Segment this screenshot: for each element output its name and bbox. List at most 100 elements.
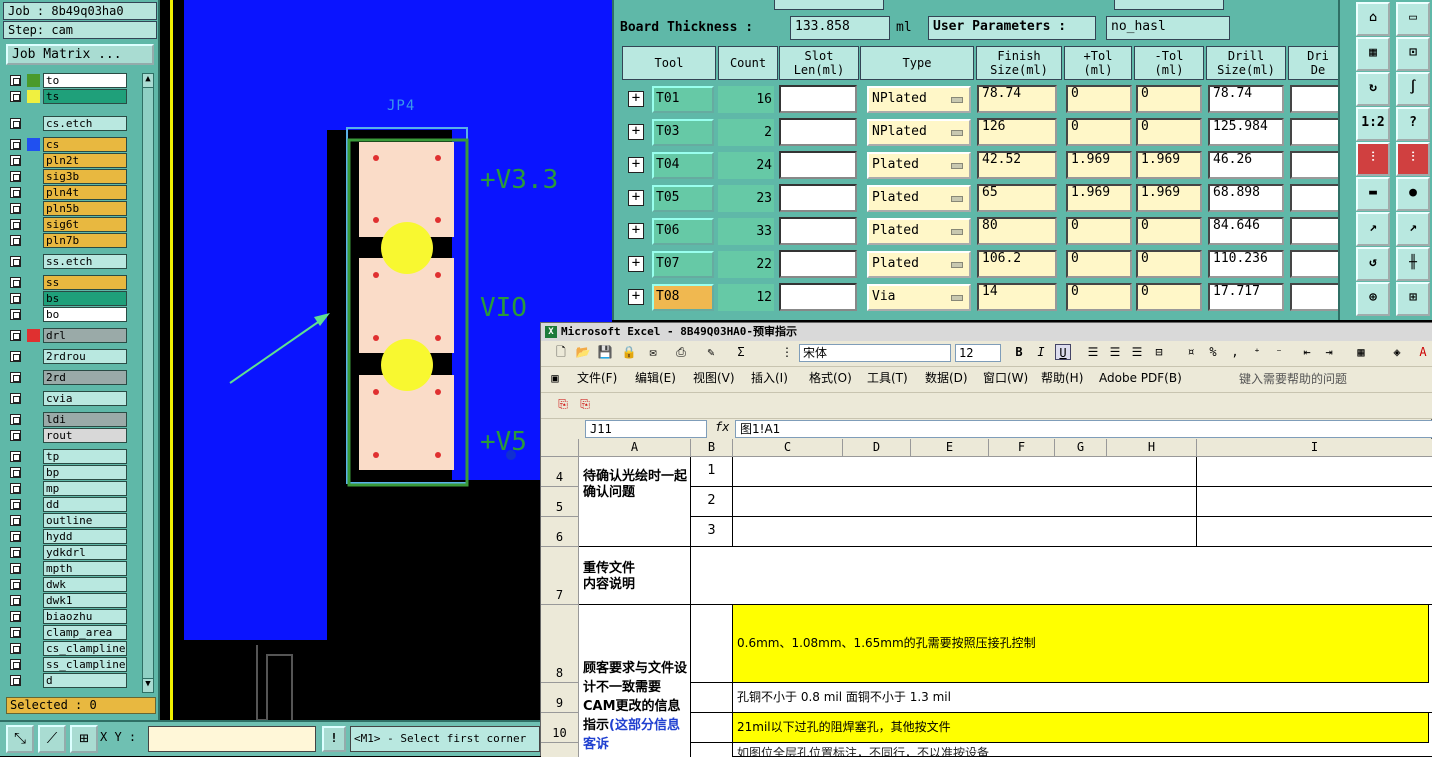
user-parameters-input[interactable]: no_hasl: [1106, 16, 1230, 40]
layer-checkbox[interactable]: [10, 515, 21, 526]
curve-icon[interactable]: ∫: [1396, 72, 1430, 106]
layer-checkbox[interactable]: [10, 675, 21, 686]
underline-icon[interactable]: U: [1055, 344, 1071, 360]
finish-size-input[interactable]: 80: [977, 217, 1057, 245]
layer-checkbox[interactable]: [10, 330, 21, 341]
layer-name[interactable]: pln7b: [43, 233, 127, 248]
expand-icon[interactable]: +: [628, 190, 644, 206]
toolbar-options-icon[interactable]: ⋮: [779, 344, 795, 360]
step-icon[interactable]: ⊡: [1396, 37, 1430, 71]
layer-checkbox[interactable]: [10, 187, 21, 198]
expand-icon[interactable]: +: [628, 91, 644, 107]
scroll-down-icon[interactable]: ▼: [143, 678, 153, 692]
layer-name[interactable]: dwk: [43, 577, 127, 592]
minus-tol-input[interactable]: 0: [1136, 118, 1202, 146]
layer-name[interactable]: to: [43, 73, 127, 88]
expand-icon[interactable]: +: [628, 157, 644, 173]
undo-icon[interactable]: ↺: [1356, 247, 1390, 281]
pdf-email-icon[interactable]: ⎘: [577, 396, 593, 412]
fill-color-icon[interactable]: ◈: [1389, 344, 1405, 360]
layer-name[interactable]: d: [43, 673, 127, 688]
bold-icon[interactable]: B: [1011, 344, 1027, 360]
cell-a7[interactable]: 重传文件 内容说明: [579, 547, 691, 605]
layer-checkbox[interactable]: [10, 372, 21, 383]
drill-depth-input[interactable]: [1290, 217, 1340, 245]
layer-name[interactable]: bs: [43, 291, 127, 306]
drill-red-icon-2[interactable]: ⫶: [1396, 142, 1430, 176]
dropdown-icon[interactable]: [951, 295, 963, 301]
save-icon[interactable]: 💾: [597, 344, 613, 360]
layer-row[interactable]: cs_clampline: [7, 641, 131, 656]
email-icon[interactable]: ✉: [645, 344, 661, 360]
tool-button[interactable]: T06: [652, 218, 714, 245]
column-header[interactable]: A: [579, 439, 691, 457]
dropdown-icon[interactable]: [951, 229, 963, 235]
layer-name[interactable]: 2rd: [43, 370, 127, 385]
help-icon[interactable]: ?: [1396, 107, 1430, 141]
dropdown-icon[interactable]: [951, 196, 963, 202]
menu-item[interactable]: 帮助(H): [1041, 370, 1083, 386]
layer-name[interactable]: mpth: [43, 561, 127, 576]
layer-name[interactable]: biaozhu: [43, 609, 127, 624]
align-right-icon[interactable]: ☰: [1129, 344, 1145, 360]
layer-checkbox[interactable]: [10, 203, 21, 214]
plus-tol-input[interactable]: 0: [1066, 85, 1132, 113]
layer-name[interactable]: cs_clampline: [43, 641, 127, 656]
cell-b11[interactable]: [691, 743, 733, 757]
column-header[interactable]: D: [843, 439, 911, 457]
pin-icon[interactable]: ↗: [1356, 212, 1390, 246]
layer-checkbox[interactable]: [10, 643, 21, 654]
column-header[interactable]: B: [691, 439, 733, 457]
align-center-icon[interactable]: ☰: [1107, 344, 1123, 360]
minus-tol-input[interactable]: 1.969: [1136, 184, 1202, 212]
layer-row[interactable]: bo: [7, 307, 131, 322]
layer-row[interactable]: mp: [7, 481, 131, 496]
layer-row[interactable]: dwk1: [7, 593, 131, 608]
finish-size-input[interactable]: 14: [977, 283, 1057, 311]
autosum-icon[interactable]: Σ: [733, 344, 749, 360]
plus-tol-input[interactable]: 0: [1066, 283, 1132, 311]
layer-name[interactable]: rout: [43, 428, 127, 443]
column-header[interactable]: I: [1197, 439, 1432, 457]
drill-depth-input[interactable]: [1290, 151, 1340, 179]
type-select[interactable]: NPlated: [867, 86, 971, 113]
dropdown-icon[interactable]: [951, 163, 963, 169]
layer-row[interactable]: mpth: [7, 561, 131, 576]
layer-checkbox[interactable]: [10, 547, 21, 558]
percent-icon[interactable]: %: [1205, 344, 1221, 360]
drill-depth-input[interactable]: [1290, 283, 1340, 311]
xy-input[interactable]: [148, 726, 316, 752]
layer-row[interactable]: ts: [7, 89, 131, 104]
layer-checkbox[interactable]: [10, 155, 21, 166]
layer-checkbox[interactable]: [10, 430, 21, 441]
drill-size-input[interactable]: 110.236: [1208, 250, 1284, 278]
minus-tol-input[interactable]: 1.969: [1136, 151, 1202, 179]
layer-name[interactable]: sig6t: [43, 217, 127, 232]
menu-item[interactable]: 编辑(E): [635, 370, 676, 386]
open-icon[interactable]: 📂: [575, 344, 591, 360]
layer-name[interactable]: dd: [43, 497, 127, 512]
drill-size-input[interactable]: 46.26: [1208, 151, 1284, 179]
cell-i5[interactable]: [1197, 487, 1432, 517]
tool-button[interactable]: T01: [652, 86, 714, 113]
drill-size-input[interactable]: 68.898: [1208, 184, 1284, 212]
snap-icon[interactable]: ⊞: [1396, 282, 1430, 316]
tool-button[interactable]: T08: [652, 284, 714, 311]
layer-row[interactable]: pln7b: [7, 233, 131, 248]
type-select[interactable]: Via: [867, 284, 971, 311]
layer-checkbox[interactable]: [10, 75, 21, 86]
cell-b7[interactable]: [691, 547, 1432, 605]
layer-row[interactable]: 2rdrou: [7, 349, 131, 364]
cell-b8[interactable]: [691, 605, 733, 683]
layer-name[interactable]: cvia: [43, 391, 127, 406]
cell-a8[interactable]: 顾客要求与文件设计不一致需要CAM更改的信息指示(这部分信息客诉: [579, 605, 691, 757]
layer-checkbox[interactable]: [10, 171, 21, 182]
layer-checkbox[interactable]: [10, 235, 21, 246]
layer-row[interactable]: sig3b: [7, 169, 131, 184]
layer-name[interactable]: drl: [43, 328, 127, 343]
layer-row[interactable]: bp: [7, 465, 131, 480]
scale-icon[interactable]: 1:2: [1356, 107, 1390, 141]
layer-name[interactable]: bo: [43, 307, 127, 322]
layer-row[interactable]: ss: [7, 275, 131, 290]
layer-row[interactable]: pln5b: [7, 201, 131, 216]
